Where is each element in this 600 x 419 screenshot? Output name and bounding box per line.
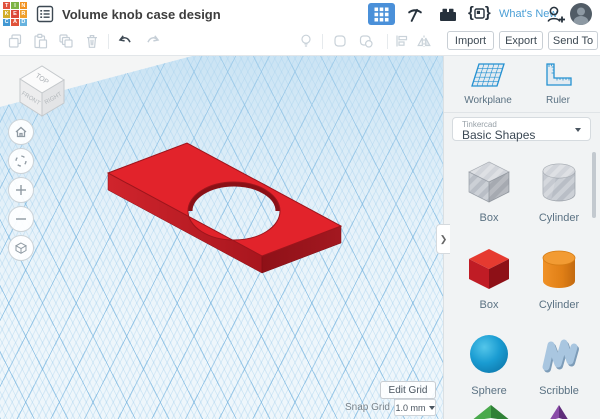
align-icon[interactable] (394, 33, 410, 49)
zoom-in-icon (14, 183, 28, 197)
shapes-panel: Workplane Ruler Tinkercad Basic Shapes (443, 55, 600, 419)
snap-grid-label: Snap Grid (330, 402, 390, 413)
shape-label: Scribble (526, 385, 592, 397)
zoom-in-button[interactable] (8, 177, 34, 203)
panel-divider (444, 112, 600, 113)
redo-icon[interactable] (145, 33, 161, 49)
hole-cylinder-icon (535, 158, 583, 206)
logo-tile: N (20, 2, 27, 9)
perspective-icon (14, 241, 28, 255)
shape-tile-scribble[interactable]: Scribble (526, 331, 592, 397)
perspective-button[interactable] (8, 235, 34, 261)
toolbar-divider (387, 34, 388, 49)
chevron-down-icon (429, 406, 435, 410)
chevron-right-icon: ❯ (440, 234, 448, 245)
shape-tile-sphere[interactable]: Sphere (456, 331, 522, 397)
logo-tile: K (3, 10, 10, 17)
logo-tile: D (20, 19, 27, 26)
logo-tile: A (11, 19, 18, 26)
viewport-3d[interactable]: TOP FRONT RIGHT (0, 55, 443, 419)
shape-tile-hole-cylinder[interactable]: Cylinder (526, 158, 592, 224)
box-icon (465, 245, 513, 293)
workplane-tool[interactable]: Workplane (460, 61, 516, 106)
scribble-icon (535, 331, 583, 379)
shape-label: Box (456, 299, 522, 311)
avatar-silhouette (570, 3, 592, 25)
edit-grid-button[interactable]: Edit Grid (380, 381, 436, 399)
duplicate-icon[interactable] (58, 33, 74, 49)
panel-scrollbar[interactable] (592, 152, 596, 218)
view-cube[interactable]: TOP FRONT RIGHT (14, 60, 70, 118)
show-all-icon[interactable] (298, 33, 314, 49)
shape-tile-roof[interactable] (456, 403, 522, 419)
toolbar-divider (108, 34, 109, 49)
cylinder-icon (535, 245, 583, 293)
fit-view-icon (14, 154, 28, 168)
toolbar: Import Export Send To (0, 28, 600, 56)
logo-tile: E (11, 10, 18, 17)
invite-user-icon[interactable] (546, 5, 566, 24)
shape-label: Cylinder (526, 212, 592, 224)
snap-grid-dropdown[interactable]: 1.0 mm (394, 399, 436, 416)
fit-view-button[interactable] (8, 148, 34, 174)
shape-label: Cylinder (526, 299, 592, 311)
code-blocks-icon[interactable]: { } (468, 3, 491, 23)
shape-label: Sphere (456, 385, 522, 397)
ungroup-icon[interactable] (358, 33, 374, 49)
design-menu-icon[interactable] (36, 5, 54, 23)
chevron-down-icon (575, 128, 581, 132)
workplane-label: Workplane (460, 95, 516, 106)
tinkercad-logo[interactable]: TIN KER CAD (3, 2, 27, 26)
roof-icon (465, 403, 513, 419)
send-to-button[interactable]: Send To (548, 31, 598, 50)
ruler-tool[interactable]: Ruler (530, 61, 586, 106)
header: TIN KER CAD Volume knob case design (0, 0, 600, 29)
home-view-icon (14, 125, 28, 139)
home-view-button[interactable] (8, 119, 34, 145)
category-value: Basic Shapes (462, 128, 535, 142)
apps-grid-icon (374, 7, 389, 22)
brace-right: } (485, 3, 491, 23)
avatar[interactable] (570, 3, 592, 25)
logo-tile: T (3, 2, 10, 9)
pyramid-icon (535, 403, 583, 419)
zoom-out-button[interactable] (8, 206, 34, 232)
snap-grid-value: 1.0 mm (395, 403, 425, 413)
ruler-icon (542, 61, 574, 89)
red-plate-object[interactable] (100, 135, 350, 305)
tinkercad-app: TIN KER CAD Volume knob case design (0, 0, 600, 419)
mirror-icon[interactable] (416, 33, 432, 49)
sphere-icon (465, 331, 513, 379)
shape-tile-pyramid[interactable] (526, 403, 592, 419)
export-button[interactable]: Export (499, 31, 543, 50)
shape-tile-hole-box[interactable]: Box (456, 158, 522, 224)
pickaxe-icon[interactable] (405, 4, 425, 24)
shape-tile-box[interactable]: Box (456, 245, 522, 311)
logo-tile: R (20, 10, 27, 17)
brick-icon[interactable] (438, 4, 458, 24)
logo-tile: I (11, 2, 18, 9)
apps-grid-button[interactable] (368, 3, 395, 25)
group-icon[interactable] (332, 33, 348, 49)
shape-library-dropdown[interactable]: Tinkercad Basic Shapes (452, 117, 591, 141)
shape-label: Box (456, 212, 522, 224)
shape-tile-cylinder[interactable]: Cylinder (526, 245, 592, 311)
panel-collapse-handle[interactable]: ❯ (436, 224, 450, 254)
paste-icon[interactable] (32, 33, 48, 49)
toolbar-divider (322, 34, 323, 49)
block-glyph (474, 8, 485, 19)
workplane-icon (470, 61, 506, 89)
logo-tile: C (3, 19, 10, 26)
zoom-out-icon (14, 212, 28, 226)
delete-icon[interactable] (84, 33, 100, 49)
import-button[interactable]: Import (447, 31, 494, 50)
copy-icon[interactable] (7, 33, 23, 49)
design-title[interactable]: Volume knob case design (62, 7, 221, 22)
ruler-label: Ruler (530, 95, 586, 106)
hole-box-icon (465, 158, 513, 206)
undo-icon[interactable] (117, 33, 133, 49)
